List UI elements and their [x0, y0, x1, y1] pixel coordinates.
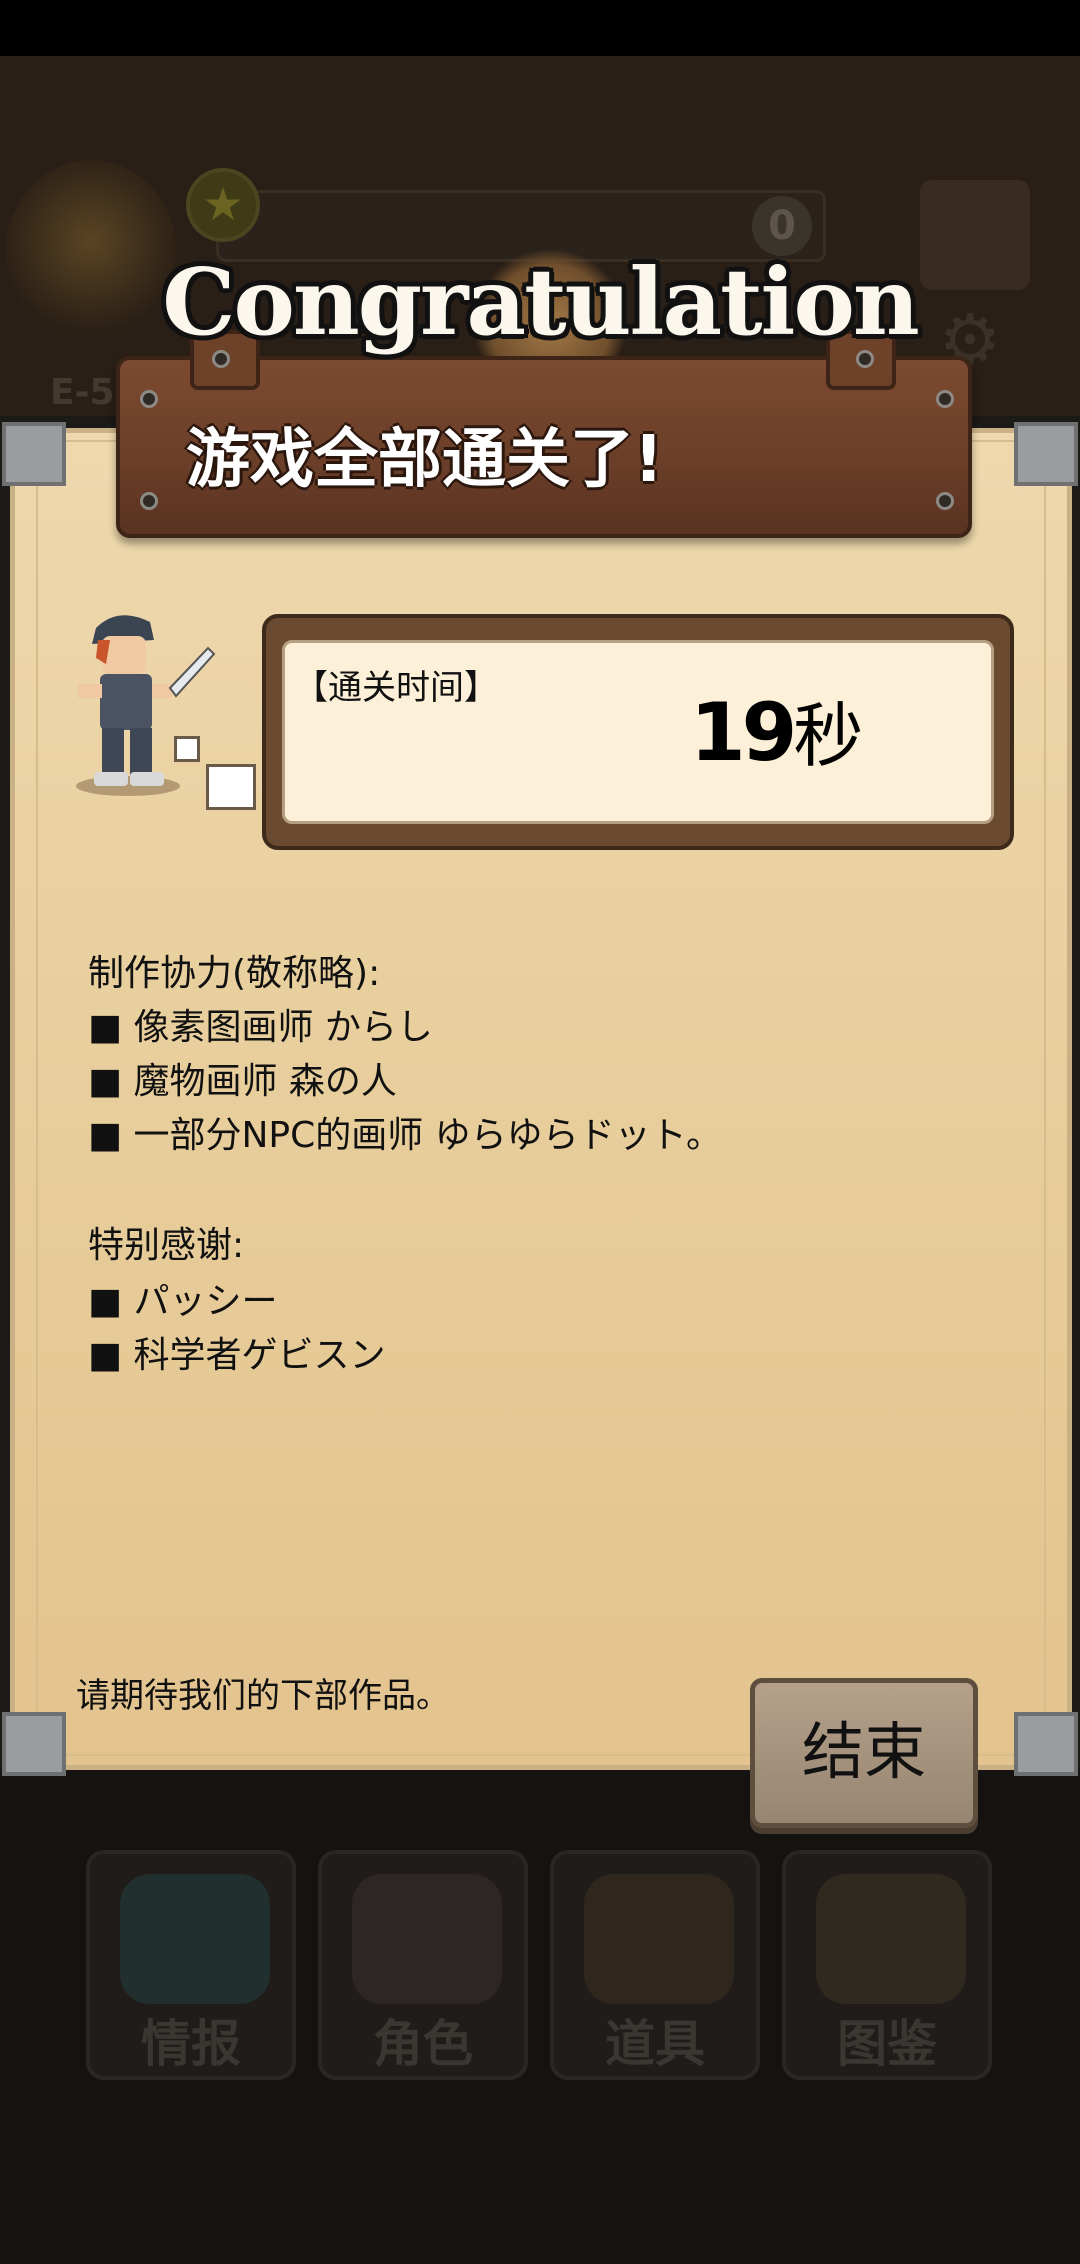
credit-line: ■ 魔物画师 森の人 — [88, 1061, 397, 1102]
clear-time-unit: 秒 — [793, 695, 864, 777]
rivet-icon — [936, 390, 954, 408]
shop-item-icon — [920, 180, 1030, 290]
panel-corner-top-left — [2, 422, 66, 486]
clear-time-value: 19秒 — [690, 680, 990, 781]
panel-corner-bottom-left — [2, 1712, 66, 1776]
star-icon: ★ — [186, 168, 260, 242]
character-icon — [352, 1874, 502, 2004]
nav-collection-button[interactable]: 图鉴 — [782, 1850, 992, 2080]
hero-character-icon — [76, 615, 216, 796]
nav-info-label: 情报 — [141, 2015, 241, 2073]
nav-items-button[interactable]: 道具 — [550, 1850, 760, 2080]
stage-label: E-5 — [50, 372, 115, 413]
credit-line: ■ パッシー — [88, 1281, 278, 1322]
credit-line: ■ 科学者ゲビスン — [88, 1335, 386, 1376]
status-bar — [0, 0, 1080, 56]
credit-line: 特别感谢: — [88, 1225, 245, 1266]
clear-time-number: 19 — [690, 686, 797, 779]
credit-line: ■ 一部分NPC的画师 ゆらゆらドット。 — [88, 1115, 722, 1156]
credit-line: ■ 像素图画师 からし — [88, 1007, 433, 1048]
nav-info-button[interactable]: 情报 — [86, 1850, 296, 2080]
pixel-square — [174, 736, 200, 762]
clear-time-label: 【通关时间】 — [294, 668, 498, 708]
congratulation-banner: Congratulation — [162, 248, 920, 356]
end-button[interactable]: 结束 — [750, 1678, 978, 1828]
nav-character-button[interactable]: 角色 — [318, 1850, 528, 2080]
credit-line: 制作协力(敬称略): — [88, 953, 381, 994]
nav-character-label: 角色 — [373, 2015, 473, 2073]
clear-message: 游戏全部通关了! — [186, 423, 664, 497]
nav-items-label: 道具 — [605, 2015, 705, 2073]
chest-icon — [584, 1874, 734, 2004]
panel-corner-top-right — [1014, 422, 1078, 486]
rivet-icon — [140, 390, 158, 408]
resource-count: 0 — [752, 196, 812, 256]
info-icon — [120, 1874, 270, 2004]
footer-message: 请期待我们的下部作品。 — [76, 1676, 450, 1716]
book-icon — [816, 1874, 966, 2004]
rivet-icon — [140, 492, 158, 510]
panel-corner-bottom-right — [1014, 1712, 1078, 1776]
rivet-icon — [936, 492, 954, 510]
pixel-square — [206, 764, 256, 810]
nav-collection-label: 图鉴 — [837, 2015, 937, 2073]
